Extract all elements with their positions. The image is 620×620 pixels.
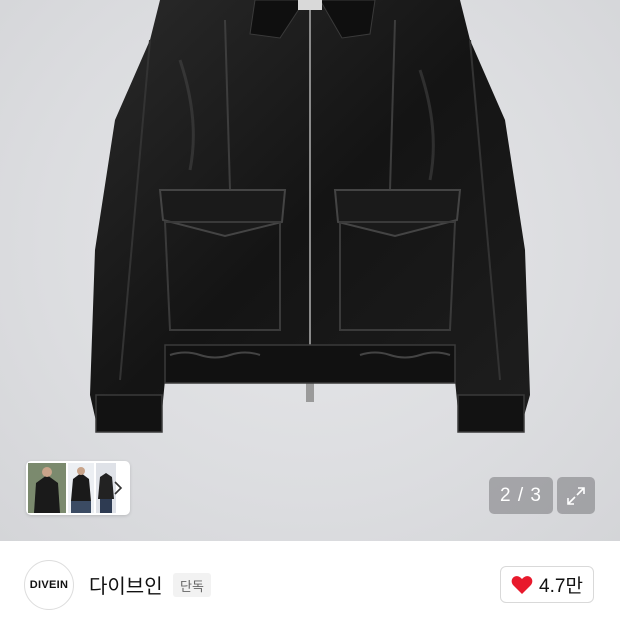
- like-button[interactable]: 4.7만: [500, 566, 594, 603]
- product-image-gallery[interactable]: 2 / 3: [0, 0, 620, 541]
- product-image-jacket: [90, 0, 530, 433]
- image-counter: 2 / 3: [489, 477, 553, 514]
- exclusive-badge: 단독: [173, 573, 211, 597]
- expand-button[interactable]: [557, 477, 595, 514]
- expand-arrows-icon: [567, 486, 585, 505]
- brand-name[interactable]: 다이브인: [89, 570, 163, 599]
- like-count: 4.7만: [539, 576, 583, 597]
- brand-logo[interactable]: DIVEIN: [24, 560, 74, 610]
- chevron-right-icon: [114, 481, 123, 495]
- heart-icon: [511, 575, 533, 594]
- thumbnail-next-button[interactable]: [108, 471, 128, 505]
